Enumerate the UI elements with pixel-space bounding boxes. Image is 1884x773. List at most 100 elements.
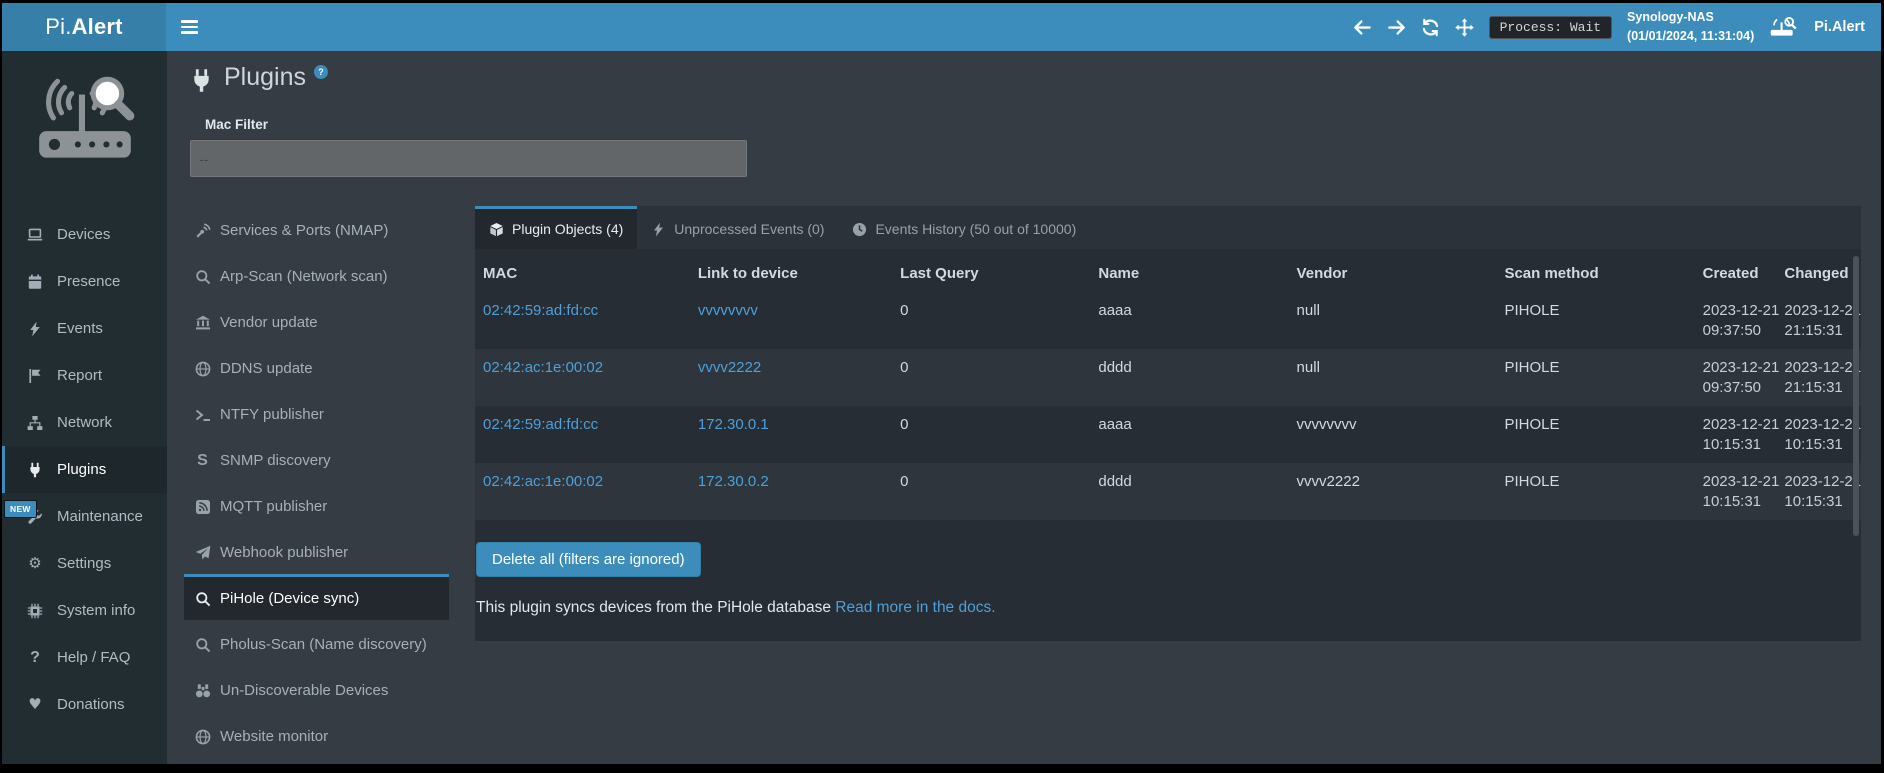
binoculars-icon — [194, 682, 211, 699]
move-icon[interactable] — [1455, 18, 1474, 37]
chip-icon — [26, 603, 44, 619]
plugin-nav-item-ddns[interactable]: DDNS update — [184, 344, 449, 390]
delete-all-button[interactable]: Delete all (filters are ignored) — [476, 542, 701, 577]
app-name-label: Pi.Alert — [1814, 19, 1865, 35]
vendor-cell: vvvvvvvv — [1289, 406, 1497, 463]
top-navbar: Pi.Alert Process: Wait Synology-NAS (01/… — [2, 3, 1881, 51]
device-link[interactable]: vvvv2222 — [698, 359, 761, 376]
mac-link[interactable]: 02:42:59:ad:fd:cc — [483, 416, 598, 433]
changed-cell: 2023-12-2110:15:31 — [1776, 463, 1861, 520]
globe-icon — [194, 360, 211, 377]
s-icon: S — [194, 452, 211, 469]
vendor-cell: vvvv2222 — [1289, 463, 1497, 520]
device-timestamp: (01/01/2024, 11:31:04) — [1627, 27, 1754, 46]
tab-bar: Plugin Objects (4) Unprocessed Events (0… — [475, 206, 1861, 249]
laptop-icon — [26, 227, 44, 243]
new-feature-badge: NEW — [4, 500, 37, 518]
sidebar-item-system-info[interactable]: System info — [2, 587, 167, 634]
search-icon — [194, 590, 211, 607]
satellite-dish-icon — [194, 222, 211, 239]
created-cell: 2023-12-2110:15:31 — [1695, 406, 1777, 463]
read-more-link[interactable]: Read more in the docs. — [835, 599, 995, 616]
device-link[interactable]: 172.30.0.2 — [698, 473, 769, 490]
bank-icon — [194, 314, 211, 331]
last-query-cell: 0 — [892, 292, 1090, 349]
plug-icon — [189, 68, 214, 93]
back-arrow-icon[interactable] — [1353, 18, 1372, 37]
broadcast-icon — [194, 498, 211, 515]
col-header-vendor: Vendor — [1289, 249, 1497, 292]
plugin-nav-item-vendor-update[interactable]: Vendor update — [184, 298, 449, 344]
plugin-nav-item-arpscan[interactable]: Arp-Scan (Network scan) — [184, 252, 449, 298]
page-title: Plugins — [224, 63, 306, 92]
mac-link[interactable]: 02:42:ac:1e:00:02 — [483, 473, 603, 490]
created-cell: 2023-12-2109:37:50 — [1695, 292, 1777, 349]
plugin-nav-item-undiscoverable[interactable]: Un-Discoverable Devices — [184, 666, 449, 712]
sidebar-item-help-faq[interactable]: ? Help / FAQ — [2, 634, 167, 681]
scrollbar-thumb[interactable] — [1853, 256, 1859, 536]
plugin-nav-item-snmp[interactable]: S SNMP discovery — [184, 436, 449, 482]
plugin-nav-item-webhook[interactable]: Webhook publisher — [184, 528, 449, 574]
name-cell: dddd — [1090, 349, 1288, 406]
plugin-nav-item-pholus[interactable]: Pholus-Scan (Name discovery) — [184, 620, 449, 666]
tab-unprocessed-events[interactable]: Unprocessed Events (0) — [637, 206, 838, 249]
tab-events-history[interactable]: Events History (50 out of 10000) — [838, 206, 1090, 249]
plugin-nav-item-mqtt[interactable]: MQTT publisher — [184, 482, 449, 528]
sidebar-item-donations[interactable]: ♥ Donations — [2, 681, 167, 728]
gear-icon: ⚙ — [26, 556, 44, 572]
help-badge-icon[interactable]: ? — [314, 65, 328, 79]
sidebar-item-presence[interactable]: Presence — [2, 258, 167, 305]
flag-icon — [26, 368, 44, 384]
plugin-nav-item-website-monitor[interactable]: Website monitor — [184, 712, 449, 758]
forward-arrow-icon[interactable] — [1387, 18, 1406, 37]
col-header-created: Created — [1695, 249, 1777, 292]
col-header-changed: Changed — [1776, 249, 1861, 292]
sidebar-menu: Devices Presence Events Report Network P… — [2, 211, 167, 728]
sidebar-toggle-button[interactable] — [166, 3, 212, 51]
brand-prefix: Pi. — [45, 14, 71, 40]
device-name: Synology-NAS — [1627, 8, 1754, 27]
clock-icon — [852, 222, 867, 237]
plugin-nav-list: Services & Ports (NMAP) Arp-Scan (Networ… — [184, 206, 449, 758]
paper-plane-icon — [194, 544, 211, 561]
sidebar-item-devices[interactable]: Devices — [2, 211, 167, 258]
sidebar-item-report[interactable]: Report — [2, 352, 167, 399]
brand-logo[interactable]: Pi.Alert — [2, 3, 166, 51]
created-cell: 2023-12-2109:37:50 — [1695, 349, 1777, 406]
scan-method-cell: PIHOLE — [1496, 406, 1694, 463]
vendor-cell: null — [1289, 349, 1497, 406]
sitemap-icon — [26, 415, 44, 431]
created-cell: 2023-12-2110:15:31 — [1695, 463, 1777, 520]
plugin-nav-item-pihole[interactable]: PiHole (Device sync) — [184, 574, 449, 620]
sidebar-item-events[interactable]: Events — [2, 305, 167, 352]
tab-plugin-objects[interactable]: Plugin Objects (4) — [475, 206, 637, 249]
page-header: Plugins ? — [189, 63, 328, 93]
name-cell: aaaa — [1090, 292, 1288, 349]
device-link[interactable]: vvvvvvvv — [698, 302, 758, 319]
bolt-icon — [26, 321, 44, 337]
plugin-description: This plugin syncs devices from the PiHol… — [476, 599, 1861, 641]
table-header-row: MAC Link to device Last Query Name Vendo… — [475, 249, 1861, 292]
sidebar-item-network[interactable]: Network — [2, 399, 167, 446]
app-screen: Pi.Alert Process: Wait Synology-NAS (01/… — [2, 3, 1881, 764]
plugin-detail-panel: Plugin Objects (4) Unprocessed Events (0… — [475, 206, 1861, 641]
col-header-link: Link to device — [690, 249, 892, 292]
mac-link[interactable]: 02:42:ac:1e:00:02 — [483, 359, 603, 376]
mac-link[interactable]: 02:42:59:ad:fd:cc — [483, 302, 598, 319]
plugin-description-text: This plugin syncs devices from the PiHol… — [476, 599, 831, 616]
scan-method-cell: PIHOLE — [1496, 349, 1694, 406]
search-icon — [194, 636, 211, 653]
name-cell: dddd — [1090, 463, 1288, 520]
plugin-nav-item-nmap[interactable]: Services & Ports (NMAP) — [184, 206, 449, 252]
last-query-cell: 0 — [892, 463, 1090, 520]
device-link[interactable]: 172.30.0.1 — [698, 416, 769, 433]
question-icon: ? — [26, 650, 44, 666]
terminal-icon — [194, 406, 211, 423]
plugin-nav-item-ntfy[interactable]: NTFY publisher — [184, 390, 449, 436]
mac-filter-input[interactable] — [190, 140, 747, 177]
table-row: 02:42:ac:1e:00:02 vvvv2222 0 dddd null P… — [475, 349, 1861, 406]
sidebar-item-settings[interactable]: ⚙ Settings — [2, 540, 167, 587]
refresh-icon[interactable] — [1421, 18, 1440, 37]
sidebar-item-plugins[interactable]: Plugins — [2, 446, 167, 493]
table-row: 02:42:59:ad:fd:cc 172.30.0.1 0 aaaa vvvv… — [475, 406, 1861, 463]
